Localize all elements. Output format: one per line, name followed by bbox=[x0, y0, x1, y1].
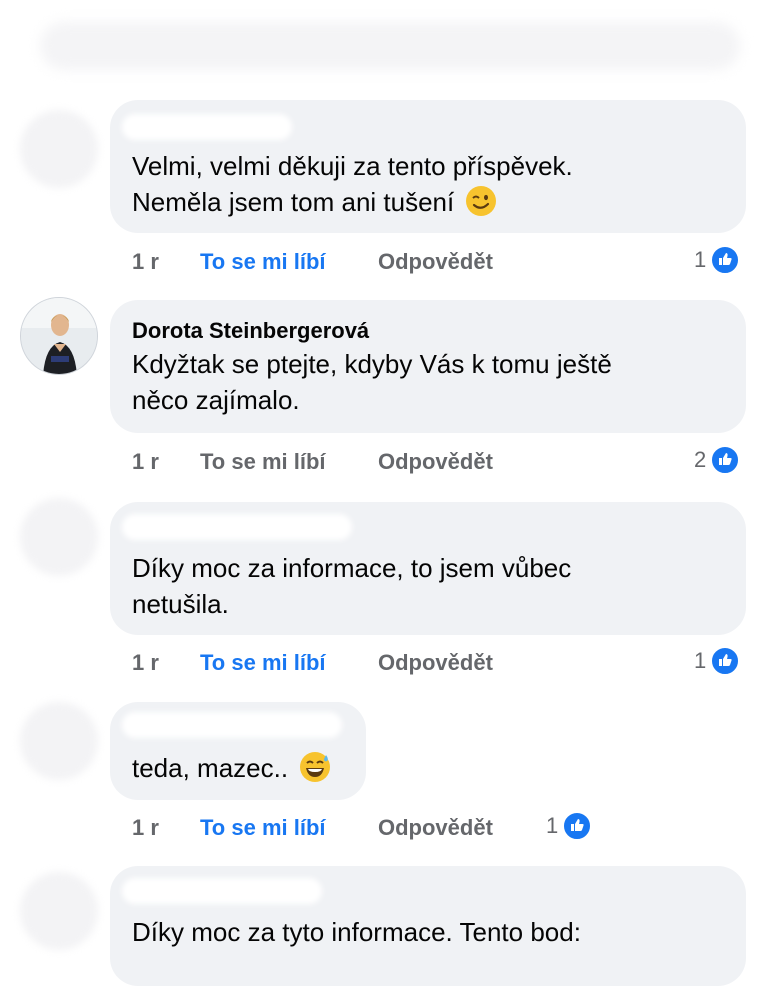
like-button[interactable]: To se mi líbí bbox=[200, 815, 378, 841]
like-thumb-icon bbox=[562, 811, 593, 841]
comment-text-line: teda, mazec.. bbox=[132, 750, 344, 786]
reply-button[interactable]: Odpovědět bbox=[378, 249, 493, 275]
like-thumb-icon bbox=[710, 646, 741, 676]
reaction-count: 2 bbox=[694, 447, 707, 472]
like-thumb-icon bbox=[710, 445, 741, 475]
like-thumb-icon bbox=[710, 245, 741, 275]
comment-bubble: Díky moc za informace, to jsem vůbec net… bbox=[110, 502, 746, 635]
comment-actions: 1 r To se mi líbí Odpovědět bbox=[132, 813, 493, 843]
comment-actions: 1 r To se mi líbí Odpovědět bbox=[132, 247, 493, 277]
comment-text-line: Díky moc za informace, to jsem vůbec bbox=[132, 553, 572, 583]
comment-text-line: Kdyžtak se ptejte, kdyby Vás k tomu ješt… bbox=[132, 349, 612, 379]
comment-bubble: teda, mazec.. bbox=[110, 702, 366, 800]
comment-time[interactable]: 1 r bbox=[132, 449, 200, 475]
author-name-redacted[interactable] bbox=[122, 712, 342, 738]
grinning-sweat-face-icon bbox=[300, 752, 331, 782]
comment-time[interactable]: 1 r bbox=[132, 249, 200, 275]
author-name-redacted[interactable] bbox=[122, 114, 292, 140]
reaction-count: 1 bbox=[694, 648, 707, 673]
comment-actions: 1 r To se mi líbí Odpovědět bbox=[132, 447, 493, 477]
like-button[interactable]: To se mi líbí bbox=[200, 249, 378, 275]
comment-time[interactable]: 1 r bbox=[132, 650, 200, 676]
reaction-count: 1 bbox=[546, 813, 559, 838]
reply-button[interactable]: Odpovědět bbox=[378, 650, 493, 676]
profile-photo-icon bbox=[21, 298, 97, 374]
comment-text-line: něco zajímalo. bbox=[132, 385, 300, 415]
author-name-redacted[interactable] bbox=[122, 878, 322, 904]
like-button[interactable]: To se mi líbí bbox=[200, 449, 378, 475]
blurred-header bbox=[40, 22, 740, 70]
reply-button[interactable]: Odpovědět bbox=[378, 449, 493, 475]
comment-author[interactable]: Dorota Steinbergerová bbox=[132, 300, 724, 346]
comment-text-line: Neměla jsem tom ani tušení bbox=[132, 184, 724, 220]
avatar[interactable] bbox=[20, 498, 98, 576]
reaction-summary[interactable]: 2 bbox=[694, 445, 741, 475]
author-name-redacted[interactable] bbox=[122, 514, 352, 540]
reaction-summary[interactable]: 1 bbox=[694, 646, 741, 676]
comment-text-line: netušila. bbox=[132, 589, 229, 619]
avatar[interactable] bbox=[20, 297, 98, 375]
reaction-summary[interactable]: 1 bbox=[694, 245, 741, 275]
avatar[interactable] bbox=[20, 702, 98, 780]
reply-button[interactable]: Odpovědět bbox=[378, 815, 493, 841]
comment-bubble: Velmi, velmi děkuji za tento příspěvek. … bbox=[110, 100, 746, 233]
comment-bubble: Díky moc za tyto informace. Tento bod: bbox=[110, 866, 746, 986]
avatar[interactable] bbox=[20, 110, 98, 188]
reaction-count: 1 bbox=[694, 247, 707, 272]
winking-face-icon bbox=[466, 186, 497, 216]
avatar[interactable] bbox=[20, 872, 98, 950]
comment-text-line: Díky moc za tyto informace. Tento bod: bbox=[132, 917, 581, 947]
comment-time[interactable]: 1 r bbox=[132, 815, 200, 841]
comment-text-line: Velmi, velmi děkuji za tento příspěvek. bbox=[132, 151, 573, 181]
comment-bubble: Dorota Steinbergerová Kdyžtak se ptejte,… bbox=[110, 300, 746, 433]
like-button[interactable]: To se mi líbí bbox=[200, 650, 378, 676]
reaction-summary[interactable]: 1 bbox=[546, 811, 593, 841]
comment-actions: 1 r To se mi líbí Odpovědět bbox=[132, 648, 493, 678]
